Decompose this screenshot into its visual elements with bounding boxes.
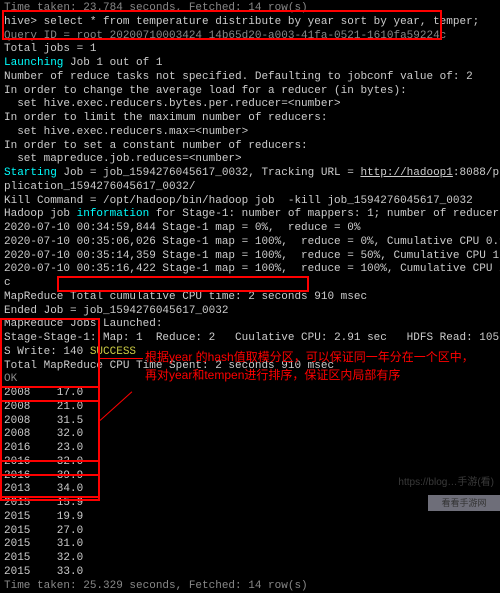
terminal-output: Time taken: 23.784 seconds, Fetched: 14 …: [4, 2, 496, 593]
launching-word: Launching: [4, 57, 63, 69]
mapreduce-total: MapReduce Total cumulative CPU time: 2 s…: [4, 291, 496, 305]
table-row: 2008 31.5: [4, 415, 496, 429]
table-row: 2008 17.0: [4, 387, 496, 401]
swrite-line: S Write: 140 SUCCESS: [4, 346, 496, 360]
starting-line: Starting Job = job_1594276045617_0032, T…: [4, 167, 496, 181]
table-row: 2008 21.0: [4, 401, 496, 415]
query-id-line: Query ID = root_20200710003424_14b65d20-…: [4, 30, 496, 44]
progress-line: 2020-07-10 00:34:59,844 Stage-1 map = 0%…: [4, 222, 496, 236]
tracking-url[interactable]: http://hadoop1: [360, 167, 452, 179]
progress-line: 2020-07-10 00:35:06,026 Stage-1 map = 10…: [4, 236, 496, 250]
table-row: 2015 32.0: [4, 552, 496, 566]
table-row: 2015 15.9: [4, 497, 496, 511]
hint-line: In order to limit the maximum number of …: [4, 112, 496, 126]
table-row: 2013 34.0: [4, 483, 496, 497]
total-cpu-spent: Total MapReduce CPU Time Spent: 2 second…: [4, 360, 496, 374]
starting-line-2: plication_1594276045617_0032/: [4, 181, 496, 195]
sql-text: select * from temperature distribute by …: [44, 16, 480, 28]
stage-summary: Stage-Stage-1: Map: 1 Reduce: 2 Cuulativ…: [4, 332, 496, 346]
time-taken-bottom: Time taken: 25.329 seconds, Fetched: 14 …: [4, 580, 496, 593]
table-row: 2016 39.9: [4, 470, 496, 484]
jobs-launched: MapReduce Jobs Launched:: [4, 318, 496, 332]
launching-line: Launching Job 1 out of 1: [4, 57, 496, 71]
hint-line: set hive.exec.reducers.bytes.per.reducer…: [4, 98, 496, 112]
reduce-tasks-line: Number of reduce tasks not specified. De…: [4, 71, 496, 85]
time-taken-line: Time taken: 23.784 seconds, Fetched: 14 …: [4, 2, 496, 16]
ended-job: Ended Job = job_1594276045617_0032: [4, 305, 496, 319]
table-row: 2015 31.0: [4, 538, 496, 552]
progress-line: c: [4, 277, 496, 291]
total-jobs: Total jobs = 1: [4, 43, 496, 57]
table-row: 2008 32.0: [4, 428, 496, 442]
kill-command: Kill Command = /opt/hadoop/bin/hadoop jo…: [4, 195, 496, 209]
hint-line: In order to change the average load for …: [4, 85, 496, 99]
ok-line: OK: [4, 373, 496, 387]
hive-prompt: hive>: [4, 16, 44, 28]
table-row: 2016 32.0: [4, 456, 496, 470]
hive-query-line[interactable]: hive> select * from temperature distribu…: [4, 16, 496, 30]
hint-line: set hive.exec.reducers.max=<number>: [4, 126, 496, 140]
hint-line: set mapreduce.job.reduces=<number>: [4, 153, 496, 167]
progress-line: 2020-07-10 00:35:14,359 Stage-1 map = 10…: [4, 250, 496, 264]
hint-line: In order to set a constant number of red…: [4, 140, 496, 154]
hadoop-info-line: Hadoop job information for Stage-1: numb…: [4, 208, 496, 222]
success-label: SUCCESS: [90, 346, 136, 358]
table-row: 2015 27.0: [4, 525, 496, 539]
table-row: 2016 23.0: [4, 442, 496, 456]
result-rows: 2008 17.02008 21.02008 31.52008 32.02016…: [4, 387, 496, 580]
progress-line: 2020-07-10 00:35:16,422 Stage-1 map = 10…: [4, 263, 496, 277]
table-row: 2015 33.0: [4, 566, 496, 580]
table-row: 2015 19.9: [4, 511, 496, 525]
